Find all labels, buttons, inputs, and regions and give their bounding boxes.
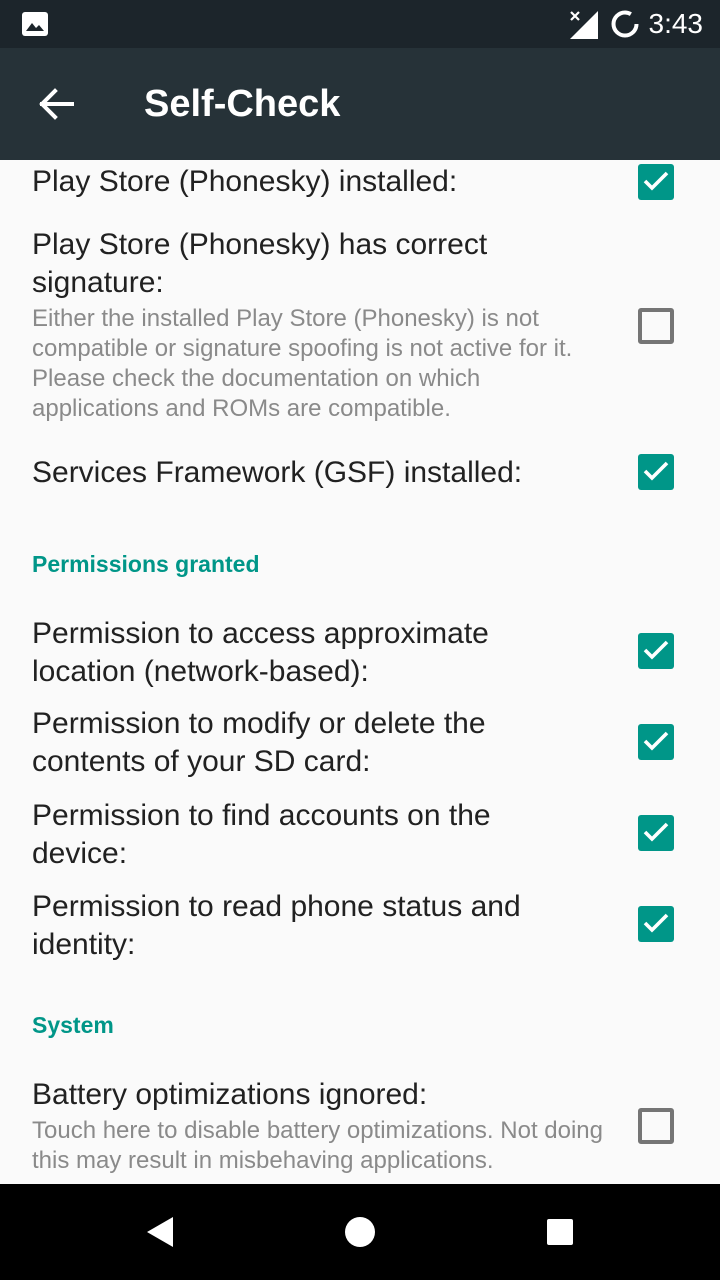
permission-label: Permission to modify or delete the conte… <box>32 707 486 778</box>
system-label: Battery optimizations ignored: <box>32 1078 428 1111</box>
section-header-system: System <box>32 1012 114 1038</box>
app-toolbar: Self-Check <box>0 48 720 160</box>
check-summary: Either the installed Play Store (Phonesk… <box>32 305 573 422</box>
check-row-play-store-signature[interactable]: Play Store (Phonesky) has correct signat… <box>0 226 720 436</box>
back-triangle-icon[interactable] <box>112 1184 208 1280</box>
check-row-gsf-installed[interactable]: Services Framework (GSF) installed: <box>0 452 720 502</box>
permission-row-phone-status[interactable]: Permission to read phone status and iden… <box>0 888 720 968</box>
permission-row-location[interactable]: Permission to access approximate locatio… <box>0 615 720 695</box>
check-label: Play Store (Phonesky) has correct signat… <box>32 228 488 299</box>
checkbox-unchecked[interactable] <box>638 1108 674 1144</box>
status-time: 3:43 <box>648 8 704 39</box>
permission-label: Permission to access approximate locatio… <box>32 617 489 688</box>
checkbox-checked[interactable] <box>638 633 674 669</box>
navigation-bar <box>0 1184 720 1280</box>
checkbox-checked[interactable] <box>638 164 674 200</box>
page-title: Self-Check <box>144 83 341 125</box>
permission-label: Permission to find accounts on the devic… <box>32 799 491 870</box>
battery-icon <box>610 9 640 39</box>
checkbox-checked[interactable] <box>638 815 674 851</box>
signal-icon <box>568 10 600 40</box>
permission-label: Permission to read phone status and iden… <box>32 890 521 961</box>
check-label: Play Store (Phonesky) installed: <box>32 165 458 198</box>
system-summary: Touch here to disable battery optimizati… <box>32 1117 603 1174</box>
arrow-back-icon[interactable] <box>26 74 86 134</box>
check-label: Services Framework (GSF) installed: <box>32 456 523 489</box>
checkbox-checked[interactable] <box>638 906 674 942</box>
permission-row-accounts[interactable]: Permission to find accounts on the devic… <box>0 797 720 877</box>
recents-square-icon[interactable] <box>512 1184 608 1280</box>
section-header-permissions: Permissions granted <box>32 551 260 577</box>
checkbox-checked[interactable] <box>638 724 674 760</box>
checkbox-unchecked[interactable] <box>638 308 674 344</box>
home-circle-icon[interactable] <box>312 1184 408 1280</box>
status-bar: 3:43 <box>0 0 720 48</box>
permission-row-sd-card[interactable]: Permission to modify or delete the conte… <box>0 705 720 785</box>
image-icon <box>22 12 48 36</box>
checkbox-checked[interactable] <box>638 454 674 490</box>
self-check-list[interactable]: Play Store (Phonesky) installed: Play St… <box>0 160 720 1184</box>
check-row-play-store-installed[interactable]: Play Store (Phonesky) installed: <box>0 160 720 210</box>
system-row-battery-optimizations[interactable]: Battery optimizations ignored: Touch her… <box>0 1076 720 1184</box>
